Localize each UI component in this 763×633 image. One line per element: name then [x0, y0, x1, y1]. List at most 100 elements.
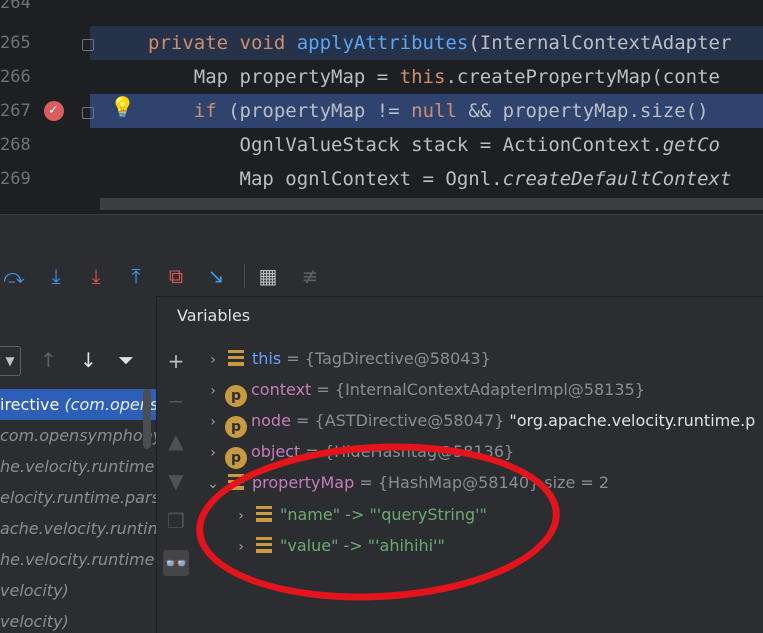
code-text: Map ognlContext = Ognl.createDefaultCont… [148, 168, 732, 190]
frame-item[interactable]: he.velocity.runtime [0, 451, 156, 482]
variable-row[interactable]: › "value" -> "'ahihihi'" [229, 530, 445, 561]
variable-name: object [251, 442, 301, 461]
breakpoint-icon[interactable]: ✓ [44, 101, 64, 121]
variable-name: node [251, 411, 291, 430]
parameter-icon: p [225, 447, 247, 469]
variables-side-toolbar: + − ▲ ▼ ❐ 👓 [157, 338, 194, 633]
variable-value: = {InternalContextAdapterImpl@58135} [311, 380, 645, 399]
evaluate-expression-icon[interactable]: ▦ [254, 262, 282, 290]
drop-frame-icon[interactable]: ⧉ [162, 262, 190, 290]
debug-toolbar: ⤼ ⤓ ⤓ ⤒ ⧉ ↘ ▦ ≢ [0, 256, 763, 297]
step-over-icon[interactable]: ⤼ [0, 262, 28, 290]
variable-name: "value" -> "'ahihihi'" [280, 536, 445, 555]
move-up-icon[interactable]: ▲ [163, 428, 189, 454]
code-text: Map propertyMap = this.createPropertyMap… [148, 66, 720, 88]
code-text: if (propertyMap != null && propertyMap.s… [193, 100, 720, 122]
field-icon [228, 474, 244, 490]
chevron-right-icon[interactable]: › [201, 345, 225, 376]
frame-item[interactable]: com.opensymphony [0, 420, 156, 451]
frame-method: he.velocity.runtime [0, 457, 155, 476]
fold-icon[interactable] [82, 107, 94, 119]
chevron-right-icon[interactable]: › [201, 407, 225, 438]
trace-current-stream-icon[interactable]: ≢ [296, 262, 324, 290]
variable-name: "name" -> "'queryString'" [280, 505, 487, 524]
frames-scrollbar[interactable] [143, 389, 151, 449]
line-number: 265 [0, 33, 31, 53]
frame-method: irective [0, 395, 65, 414]
remove-watch-icon[interactable]: − [163, 388, 189, 414]
frame-item[interactable]: irective (com.opens [0, 389, 156, 420]
variable-row[interactable]: › "name" -> "'queryString'" [229, 499, 487, 530]
arrow-up-icon[interactable]: ↑ [40, 348, 57, 372]
toolbar-separator [244, 264, 245, 288]
variable-row[interactable]: › p object = {HideHashtag@58136} [201, 436, 515, 469]
run-to-cursor-icon[interactable]: ↘ [202, 262, 230, 290]
code-line[interactable]: 269 Map ognlContext = Ognl.createDefault… [0, 162, 763, 196]
variable-value: = {HashMap@58140} size = 2 [354, 473, 610, 492]
step-out-icon[interactable]: ⤒ [122, 262, 150, 290]
variable-string-value: "org.apache.velocity.runtime.p [509, 411, 756, 430]
code-text: OgnlValueStack stack = ActionContext.get… [148, 134, 720, 156]
variable-name: this [252, 349, 282, 368]
chevron-right-icon[interactable]: › [229, 501, 253, 532]
line-number: 264 [0, 0, 31, 13]
step-into-icon[interactable]: ⤓ [42, 262, 70, 290]
frame-item[interactable]: ache.velocity.runtin [0, 513, 156, 544]
chevron-right-icon[interactable]: › [229, 532, 253, 563]
line-number: 266 [0, 67, 31, 87]
frame-method: he.velocity.runtime [0, 550, 155, 569]
horizontal-scrollbar[interactable] [100, 198, 763, 210]
frame-method: velocity) [0, 612, 69, 631]
variable-value: = {TagDirective@58043} [281, 349, 491, 368]
frames-toolbar: ▼ ↑ ↓ ⏷ [0, 338, 156, 382]
line-number: 268 [0, 135, 31, 155]
code-editor[interactable]: 264 265 private void applyAttributes(Inter… [0, 0, 763, 214]
lightbulb-icon[interactable]: 💡 [110, 95, 135, 119]
code-line[interactable]: 266 Map propertyMap = this.createPropert… [0, 60, 763, 94]
variable-name: context [251, 380, 312, 399]
filter-icon[interactable]: ⏷ [118, 348, 134, 372]
variable-value: = {HideHashtag@58136} [300, 442, 515, 461]
parameter-icon: p [225, 385, 247, 407]
frame-list[interactable]: irective (com.opens com.opensymphony he.ve… [0, 389, 156, 633]
copy-icon[interactable]: ❐ [163, 508, 189, 534]
frame-item[interactable]: velocity) [0, 575, 156, 606]
arrow-down-icon[interactable]: ↓ [80, 348, 97, 372]
add-watch-icon[interactable]: + [163, 348, 189, 374]
frame-method: velocity) [0, 581, 69, 600]
chevron-right-icon[interactable]: › [201, 438, 225, 469]
code-line[interactable]: 265 private void applyAttributes(Internal… [0, 26, 763, 60]
field-icon [256, 506, 272, 522]
line-number: 269 [0, 169, 31, 189]
frame-method: elocity.runtime.pars [0, 488, 156, 507]
chevron-right-icon[interactable]: › [201, 376, 225, 407]
variable-row[interactable]: › p node = {ASTDirective@58047} "org.apach… [201, 405, 756, 438]
variable-row[interactable]: › this = {TagDirective@58043} [201, 343, 491, 374]
force-step-into-icon[interactable]: ⤓ [82, 262, 110, 290]
code-text: private void applyAttributes(InternalCon… [148, 32, 732, 54]
field-icon [256, 537, 272, 553]
thread-dropdown[interactable]: ▼ [0, 346, 21, 376]
frames-pane: ▼ ↑ ↓ ⏷ irective (com.opens com.opensymph… [0, 296, 157, 633]
frame-item[interactable]: he.velocity.runtime [0, 544, 156, 575]
fold-icon[interactable] [82, 39, 94, 51]
code-line[interactable]: 264 [0, 0, 763, 20]
code-line[interactable]: 268 OgnlValueStack stack = ActionContext… [0, 128, 763, 162]
panel-header [0, 214, 763, 257]
line-number: 267 [0, 101, 31, 121]
parameter-icon: p [225, 416, 247, 438]
variables-title: Variables [177, 306, 251, 325]
variables-tree[interactable]: › this = {TagDirective@58043} › p context = … [195, 338, 763, 633]
frame-item[interactable]: elocity.runtime.pars [0, 482, 156, 513]
variable-value: = {ASTDirective@58047} [290, 411, 510, 430]
variable-name: propertyMap [252, 473, 355, 492]
move-down-icon[interactable]: ▼ [163, 468, 189, 494]
variable-row[interactable]: ⌄ propertyMap = {HashMap@58140} size = 2 [201, 467, 609, 498]
field-icon [228, 350, 244, 366]
chevron-down-icon[interactable]: ⌄ [201, 469, 225, 500]
frame-item[interactable]: velocity) [0, 606, 156, 633]
frame-method: com.opensymphony [0, 426, 156, 445]
glasses-icon[interactable]: 👓 [163, 550, 189, 576]
variable-row[interactable]: › p context = {InternalContextAdapterImpl@… [201, 374, 645, 407]
frame-method: ache.velocity.runtin [0, 519, 156, 538]
